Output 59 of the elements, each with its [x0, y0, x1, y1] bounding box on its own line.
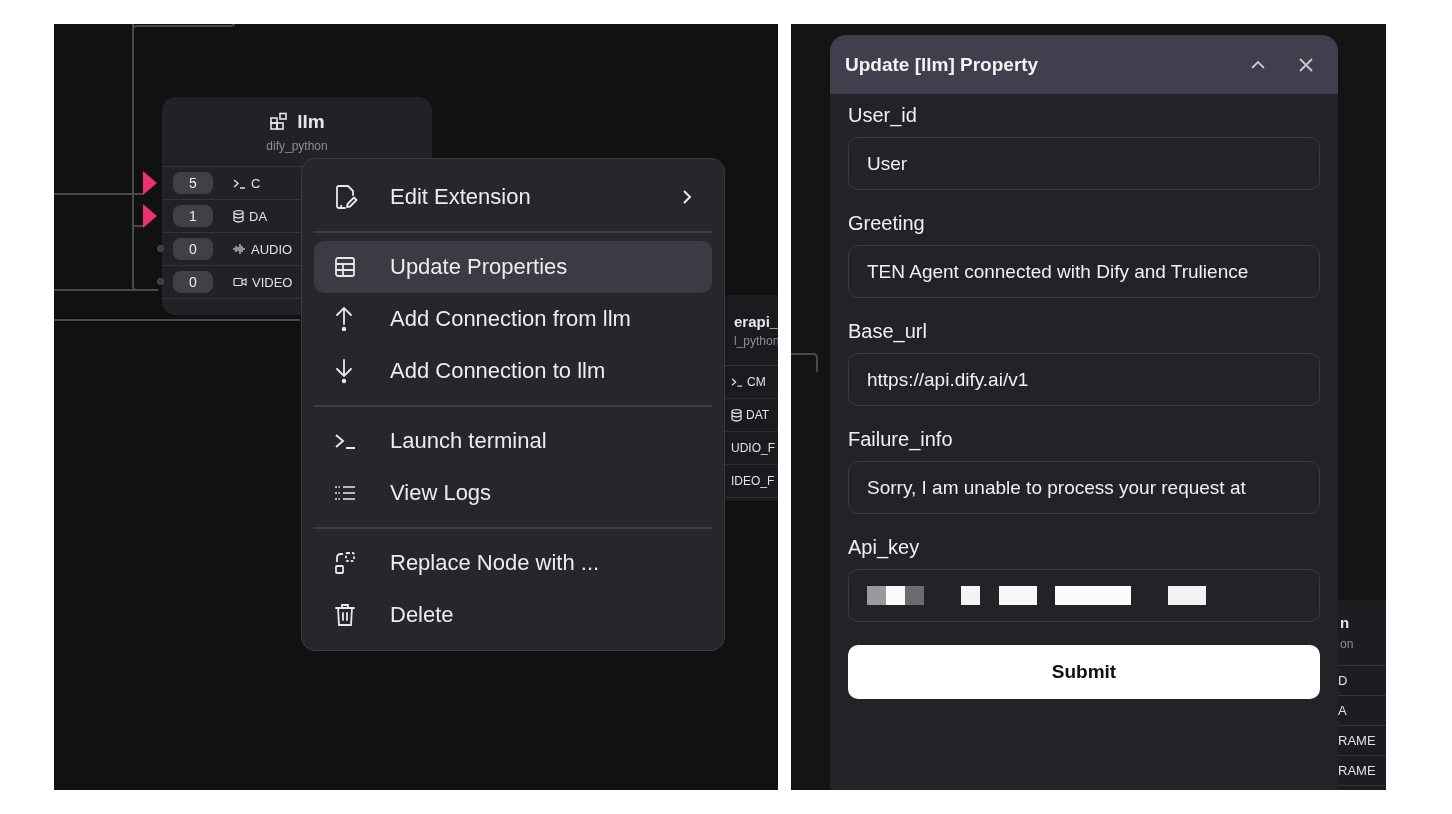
text-field[interactable]: User	[848, 137, 1320, 190]
menu-item[interactable]: Replace Node with ...	[314, 537, 712, 589]
port-label: CM	[747, 375, 766, 389]
replace-icon	[334, 551, 356, 575]
count-badge: 5	[173, 172, 213, 194]
table-icon	[334, 256, 356, 278]
port-label: VIDEO	[252, 274, 293, 290]
field-label: Greeting	[848, 212, 926, 235]
port-label: DA	[249, 208, 268, 224]
field-label: Api_key	[848, 536, 921, 559]
port-label: RAME	[1338, 733, 1376, 748]
menu-item[interactable]: Add Connection to llm	[314, 345, 712, 397]
port-label: AUDIO	[251, 241, 293, 257]
trash-icon	[334, 603, 356, 627]
video-camera-icon	[233, 277, 247, 287]
port-label: A	[1338, 703, 1347, 718]
field-label: Failure_info	[848, 428, 954, 451]
text-field[interactable]: TEN Agent connected with Dify and Trulience	[848, 245, 1320, 298]
submit-button[interactable]: Submit	[848, 645, 1320, 699]
port-label: D	[1338, 673, 1348, 688]
port-label: C	[251, 175, 261, 191]
node-subtitle: dify_python	[266, 139, 328, 153]
extension-icon	[269, 112, 290, 132]
arrow-down-icon	[334, 358, 354, 384]
database-icon	[731, 408, 742, 422]
count-badge: 0	[173, 238, 213, 260]
node-card[interactable]: n on D A RAME RAME	[1338, 600, 1386, 790]
field-label: Base_url	[848, 320, 928, 343]
close-icon	[1298, 56, 1314, 73]
count-badge: 1	[173, 205, 213, 227]
node-title: erapi_	[734, 312, 778, 330]
node-subtitle: l_python	[734, 333, 778, 348]
port-label: RAME	[1338, 763, 1376, 778]
port-label: IDEO_F	[731, 474, 775, 488]
menu-item[interactable]: View Logs	[314, 467, 712, 519]
waveform-icon	[233, 243, 246, 255]
text-field[interactable]: Sorry, I am unable to process your request at	[848, 461, 1320, 514]
port-label: DAT	[746, 408, 770, 422]
node-title: llm	[297, 111, 325, 133]
terminal-icon	[731, 377, 743, 387]
edit-document-icon	[334, 184, 358, 210]
database-icon	[233, 209, 244, 223]
text-field[interactable]: https://api.dify.ai/v1	[848, 353, 1320, 406]
password-field[interactable]	[848, 569, 1320, 622]
dialog-title: Update [llm] Property	[845, 53, 1040, 76]
count-badge: 0	[173, 271, 213, 293]
menu-item[interactable]: Delete	[314, 589, 712, 641]
chevron-up-icon	[1250, 59, 1266, 70]
list-icon	[334, 485, 356, 501]
terminal-icon	[233, 177, 246, 189]
arrow-up-icon	[334, 306, 354, 332]
menu-item[interactable]: Update Properties	[314, 241, 712, 293]
menu-item[interactable]: Launch terminal	[314, 415, 712, 467]
node-title: n	[1340, 614, 1351, 631]
node-subtitle: on	[1340, 637, 1355, 651]
port-label: UDIO_F	[731, 441, 775, 455]
connection-line	[791, 353, 818, 373]
terminal-icon	[334, 433, 356, 449]
field-label: User_id	[848, 104, 918, 127]
